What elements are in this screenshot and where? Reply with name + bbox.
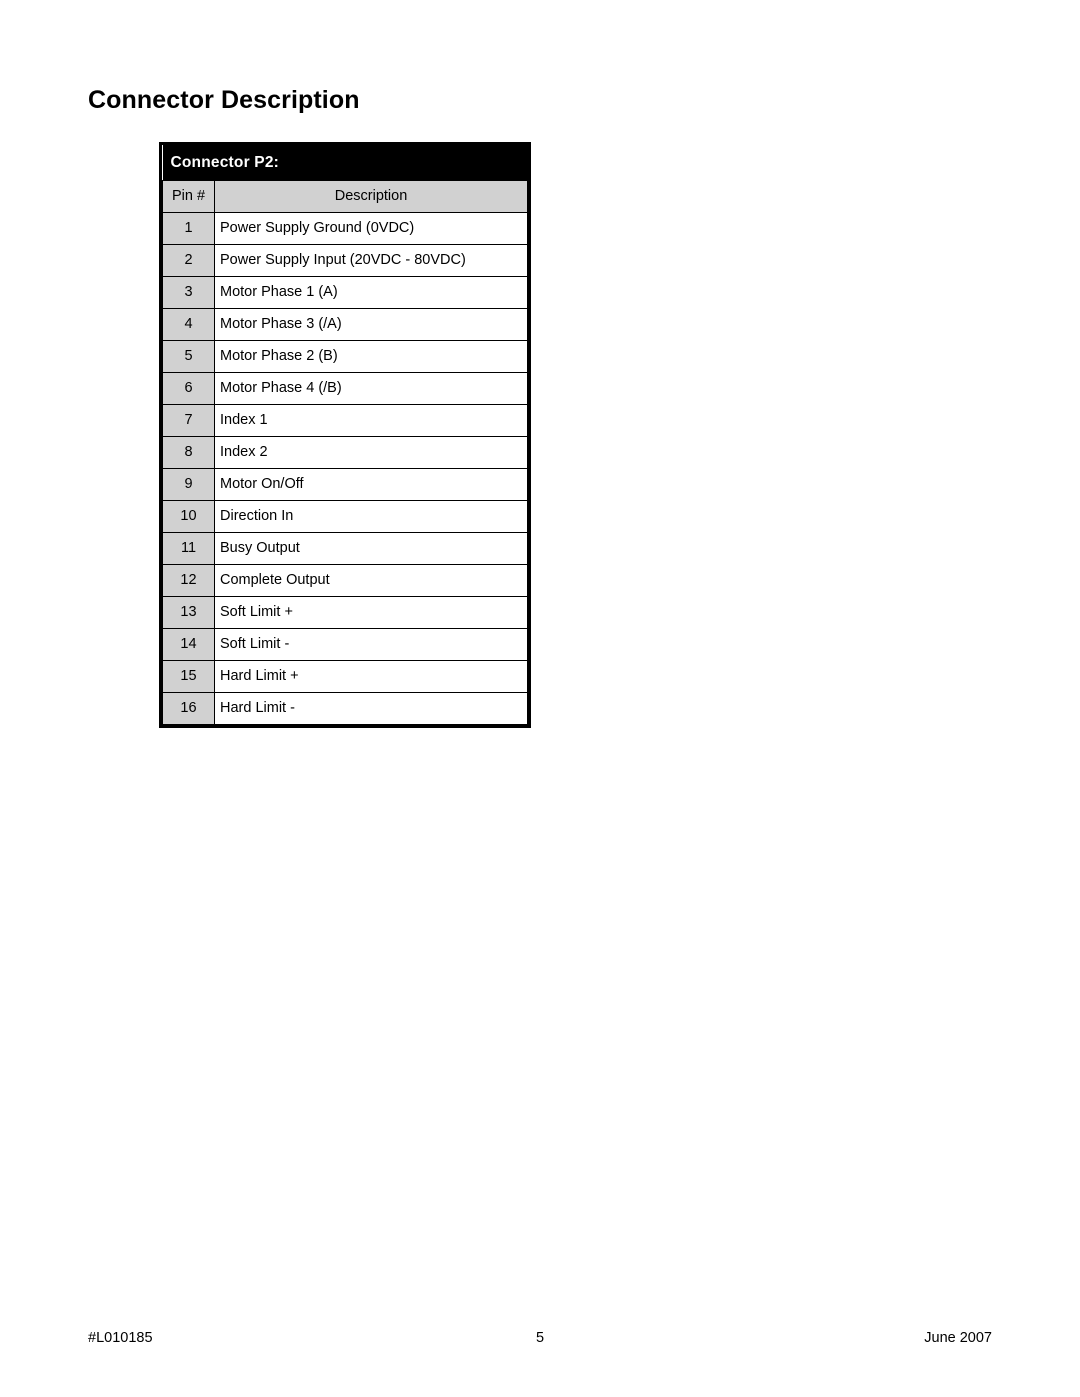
table-row: 3 Motor Phase 1 (A) bbox=[162, 276, 528, 309]
table-row: 15 Hard Limit + bbox=[162, 660, 528, 693]
cell-pin-description: Motor Phase 1 (A) bbox=[214, 276, 528, 309]
page-footer: #L010185 5 June 2007 bbox=[88, 1330, 992, 1354]
table-row: 12 Complete Output bbox=[162, 564, 528, 597]
table-row: 5 Motor Phase 2 (B) bbox=[162, 340, 528, 373]
column-header-description: Description bbox=[214, 180, 528, 213]
page-title: Connector Description bbox=[88, 86, 360, 114]
table-row: 7 Index 1 bbox=[162, 404, 528, 437]
cell-pin-description: Motor Phase 4 (/B) bbox=[214, 372, 528, 405]
cell-pin-description: Motor On/Off bbox=[214, 468, 528, 501]
cell-pin-number: 9 bbox=[162, 468, 215, 501]
cell-pin-description: Soft Limit + bbox=[214, 596, 528, 629]
cell-pin-number: 15 bbox=[162, 660, 215, 693]
document-page: Connector Description Connector P2: Pin … bbox=[0, 0, 1080, 1397]
cell-pin-description: Motor Phase 2 (B) bbox=[214, 340, 528, 373]
footer-date: June 2007 bbox=[924, 1330, 992, 1346]
cell-pin-number: 12 bbox=[162, 564, 215, 597]
table-body: 1 Power Supply Ground (0VDC) 2 Power Supply… bbox=[162, 212, 528, 725]
cell-pin-number: 3 bbox=[162, 276, 215, 309]
cell-pin-description: Power Supply Input (20VDC - 80VDC) bbox=[214, 244, 528, 277]
cell-pin-number: 8 bbox=[162, 436, 215, 469]
cell-pin-number: 16 bbox=[162, 692, 215, 725]
cell-pin-number: 7 bbox=[162, 404, 215, 437]
cell-pin-description: Index 2 bbox=[214, 436, 528, 469]
table-row: 16 Hard Limit - bbox=[162, 692, 528, 725]
connector-p2-table-container: Connector P2: Pin # Description 1 Power S… bbox=[159, 142, 531, 728]
cell-pin-number: 2 bbox=[162, 244, 215, 277]
cell-pin-number: 4 bbox=[162, 308, 215, 341]
cell-pin-description: Direction In bbox=[214, 500, 528, 533]
cell-pin-description: Power Supply Ground (0VDC) bbox=[214, 212, 528, 245]
table-row: 9 Motor On/Off bbox=[162, 468, 528, 501]
cell-pin-description: Motor Phase 3 (/A) bbox=[214, 308, 528, 341]
table-row: 1 Power Supply Ground (0VDC) bbox=[162, 212, 528, 245]
cell-pin-number: 1 bbox=[162, 212, 215, 245]
table-row: 13 Soft Limit + bbox=[162, 596, 528, 629]
table-row: 11 Busy Output bbox=[162, 532, 528, 565]
table-header-row: Pin # Description bbox=[162, 180, 528, 213]
cell-pin-number: 11 bbox=[162, 532, 215, 565]
table-row: 14 Soft Limit - bbox=[162, 628, 528, 661]
cell-pin-number: 6 bbox=[162, 372, 215, 405]
cell-pin-description: Index 1 bbox=[214, 404, 528, 437]
footer-page-number: 5 bbox=[535, 1330, 545, 1346]
column-header-pin: Pin # bbox=[162, 180, 215, 213]
cell-pin-number: 5 bbox=[162, 340, 215, 373]
cell-pin-number: 14 bbox=[162, 628, 215, 661]
cell-pin-description: Soft Limit - bbox=[214, 628, 528, 661]
cell-pin-number: 13 bbox=[162, 596, 215, 629]
cell-pin-description: Complete Output bbox=[214, 564, 528, 597]
connector-p2-table: Connector P2: Pin # Description 1 Power S… bbox=[162, 145, 528, 725]
table-head: Connector P2: Pin # Description bbox=[162, 145, 528, 213]
table-banner-label: Connector P2: bbox=[162, 145, 528, 181]
table-row: 10 Direction In bbox=[162, 500, 528, 533]
table-row: 2 Power Supply Input (20VDC - 80VDC) bbox=[162, 244, 528, 277]
table-row: 6 Motor Phase 4 (/B) bbox=[162, 372, 528, 405]
cell-pin-description: Busy Output bbox=[214, 532, 528, 565]
cell-pin-number: 10 bbox=[162, 500, 215, 533]
table-row: 8 Index 2 bbox=[162, 436, 528, 469]
table-banner-row: Connector P2: bbox=[162, 145, 528, 181]
cell-pin-description: Hard Limit + bbox=[214, 660, 528, 693]
table-row: 4 Motor Phase 3 (/A) bbox=[162, 308, 528, 341]
cell-pin-description: Hard Limit - bbox=[214, 692, 528, 725]
